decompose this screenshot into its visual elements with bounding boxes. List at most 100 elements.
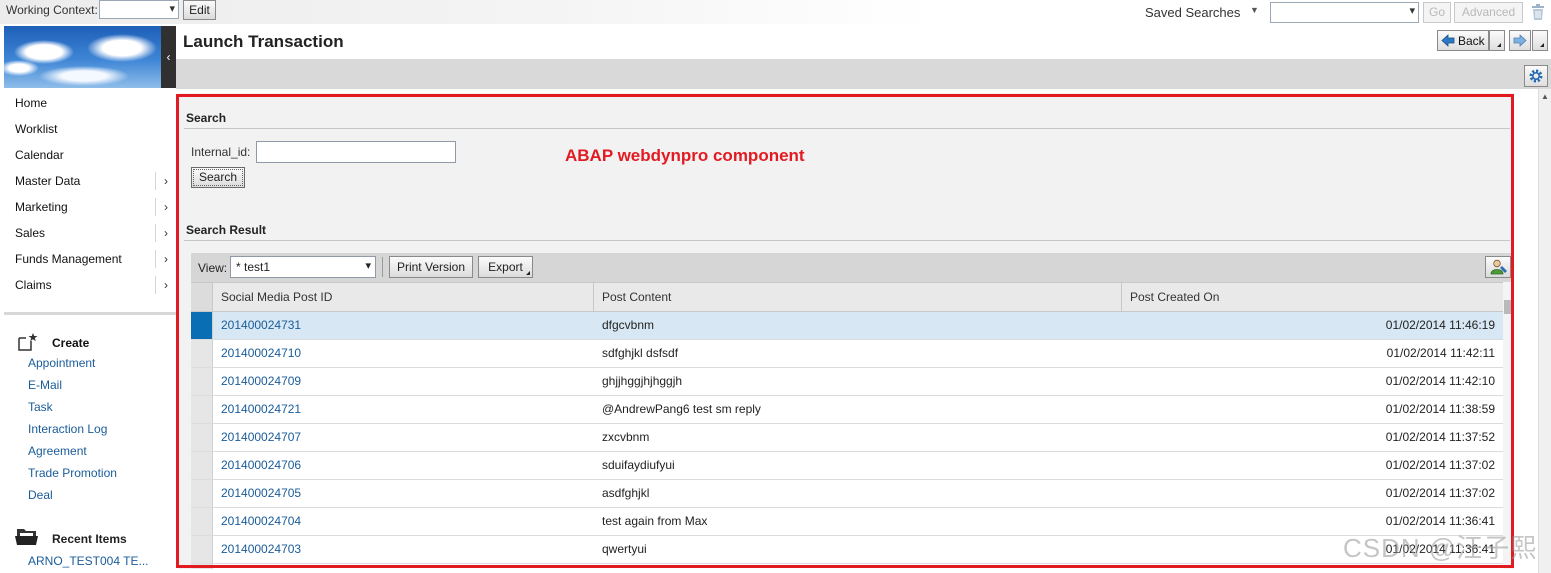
- column-header-post-content[interactable]: Post Content: [594, 283, 1122, 311]
- table-row[interactable]: 201400024704 test again from Max 01/02/201…: [191, 508, 1503, 536]
- create-link[interactable]: Deal: [28, 484, 117, 506]
- row-selector[interactable]: [191, 424, 213, 451]
- nav-item-label: Calendar: [15, 148, 64, 162]
- row-selector[interactable]: [191, 368, 213, 395]
- user-settings-icon: [1490, 259, 1507, 275]
- chevron-right-icon[interactable]: ›: [155, 198, 176, 216]
- scroll-up-icon[interactable]: ▲: [1541, 92, 1549, 101]
- column-header-post-id[interactable]: Social Media Post ID: [213, 283, 594, 311]
- go-button[interactable]: Go: [1423, 2, 1451, 23]
- caret-down-icon[interactable]: ▼: [1250, 5, 1259, 15]
- table-row[interactable]: 201400024710 sdfghjkl dsfsdf 01/02/2014 11…: [191, 340, 1503, 368]
- row-selector[interactable]: [191, 564, 213, 569]
- nav-item[interactable]: Funds Management ›: [4, 246, 176, 272]
- export-button[interactable]: Export: [478, 256, 533, 278]
- nav-item[interactable]: Marketing ›: [4, 194, 176, 220]
- working-context-select[interactable]: ▾: [99, 0, 179, 19]
- recent-item-link[interactable]: ARNO_TEST004 TE...: [28, 554, 149, 568]
- table-row[interactable]: 201400024731 dfgcvbnm 01/02/2014 11:46:19: [191, 312, 1503, 340]
- row-selector[interactable]: [191, 312, 213, 339]
- row-selector[interactable]: [191, 396, 213, 423]
- forward-history-dropdown[interactable]: [1532, 30, 1548, 51]
- scrollbar-thumb[interactable]: [1504, 300, 1512, 314]
- row-selector[interactable]: [191, 480, 213, 507]
- post-content-cell: asdfghjkl: [602, 486, 650, 500]
- forward-button[interactable]: [1509, 30, 1531, 51]
- recent-items-title: Recent Items: [52, 532, 127, 546]
- table-row[interactable]: 201400024706 sduifaydiufyui 01/02/2014 11:…: [191, 452, 1503, 480]
- row-selector[interactable]: [191, 508, 213, 535]
- personalize-button[interactable]: [1524, 65, 1548, 87]
- table-row[interactable]: 201400024707 zxcvbnm 01/02/2014 11:37:52: [191, 424, 1503, 452]
- create-link[interactable]: E-Mail: [28, 374, 117, 396]
- nav-item[interactable]: Claims ›: [4, 272, 176, 298]
- post-content-cell: test again from Max: [602, 514, 708, 528]
- saved-searches-select[interactable]: ▾: [1270, 2, 1419, 23]
- post-content-cell: qwertyui: [602, 542, 647, 556]
- create-link[interactable]: Interaction Log: [28, 418, 117, 440]
- table-row[interactable]: 201400024709 ghjjhggjhjhggjh 01/02/2014 11…: [191, 368, 1503, 396]
- nav-item[interactable]: Sales ›: [4, 220, 176, 246]
- print-version-button[interactable]: Print Version: [389, 256, 473, 278]
- page-scrollbar[interactable]: ▲: [1538, 89, 1551, 573]
- create-link[interactable]: Task: [28, 396, 117, 418]
- post-id-link[interactable]: 201400024706: [221, 452, 301, 479]
- post-id-link[interactable]: 201400024704: [221, 508, 301, 535]
- table-row[interactable]: 201400024703 qwertyui 01/02/2014 11:36:41: [191, 536, 1503, 564]
- nav-item[interactable]: Calendar: [4, 142, 176, 168]
- collapse-nav-button[interactable]: ‹: [161, 26, 176, 88]
- top-bar: Working Context: ▾ Edit Saved Searches ▼…: [0, 0, 1551, 24]
- nav-item-label: Sales: [15, 226, 46, 240]
- trash-icon[interactable]: [1530, 3, 1546, 21]
- post-content-cell: sduifaydiufyui: [602, 458, 675, 472]
- create-link[interactable]: Appointment: [28, 352, 117, 374]
- nav-item[interactable]: Worklist: [4, 116, 176, 142]
- table-scrollbar[interactable]: [1503, 282, 1513, 569]
- post-id-link[interactable]: 201400024707: [221, 424, 301, 451]
- page-title: Launch Transaction: [183, 32, 344, 51]
- header-band: [176, 59, 1551, 89]
- table-row[interactable]: 201400024705 asdfghjkl 01/02/2014 11:37:02: [191, 480, 1503, 508]
- create-link[interactable]: Trade Promotion: [28, 462, 117, 484]
- post-content-cell: zxcvbnm: [602, 430, 650, 444]
- table-body: 201400024731 dfgcvbnm 01/02/2014 11:46:19 2…: [191, 312, 1503, 569]
- column-header-created-on[interactable]: Post Created On: [1122, 283, 1503, 311]
- back-button[interactable]: Back: [1437, 30, 1489, 51]
- edit-button[interactable]: Edit: [183, 0, 216, 20]
- chevron-down-icon: ▾: [169, 3, 175, 15]
- nav-item[interactable]: Master Data ›: [4, 168, 176, 194]
- created-on-cell: 01/02/2014 11:37:02: [1385, 458, 1495, 472]
- post-id-link[interactable]: 201400024709: [221, 368, 301, 395]
- post-content-cell: @AndrewPang6 test sm reply: [602, 402, 761, 416]
- chevron-right-icon[interactable]: ›: [155, 172, 176, 190]
- select-all-cell[interactable]: [191, 283, 213, 311]
- section-divider: [184, 128, 1510, 129]
- chevron-right-icon[interactable]: ›: [155, 224, 176, 242]
- chevron-right-icon[interactable]: ›: [155, 250, 176, 268]
- create-link[interactable]: Agreement: [28, 440, 117, 462]
- row-selector[interactable]: [191, 536, 213, 563]
- back-history-dropdown[interactable]: [1489, 30, 1505, 51]
- internal-id-input[interactable]: [256, 141, 456, 163]
- post-id-link[interactable]: 201400024705: [221, 480, 301, 507]
- table-toolbar: View: * test1 ▾ Print Version Export: [191, 253, 1514, 282]
- post-id-link[interactable]: 201400024703: [221, 536, 301, 563]
- table-settings-button[interactable]: [1485, 256, 1511, 278]
- section-divider: [184, 240, 1510, 241]
- row-selector[interactable]: [191, 452, 213, 479]
- watermark: CSDN @汪子熙: [1343, 533, 1538, 563]
- saved-searches-label[interactable]: Saved Searches: [1145, 5, 1240, 20]
- post-id-link[interactable]: 201400024701: [221, 564, 301, 569]
- chevron-right-icon[interactable]: ›: [155, 276, 176, 294]
- post-id-link[interactable]: 201400024721: [221, 396, 301, 423]
- post-id-link[interactable]: 201400024731: [221, 312, 301, 339]
- advanced-button[interactable]: Advanced: [1454, 2, 1523, 23]
- post-id-link[interactable]: 201400024710: [221, 340, 301, 367]
- row-selector[interactable]: [191, 340, 213, 367]
- table-row[interactable]: 201400024701tyuiop dsfsf01/02/2014 11:34…: [191, 564, 1503, 569]
- view-select[interactable]: * test1 ▾: [230, 256, 376, 278]
- table-row[interactable]: 201400024721 @AndrewPang6 test sm reply 01…: [191, 396, 1503, 424]
- nav-item-label: Funds Management: [15, 252, 122, 266]
- search-button[interactable]: Search: [191, 167, 245, 188]
- nav-item[interactable]: Home: [4, 90, 176, 116]
